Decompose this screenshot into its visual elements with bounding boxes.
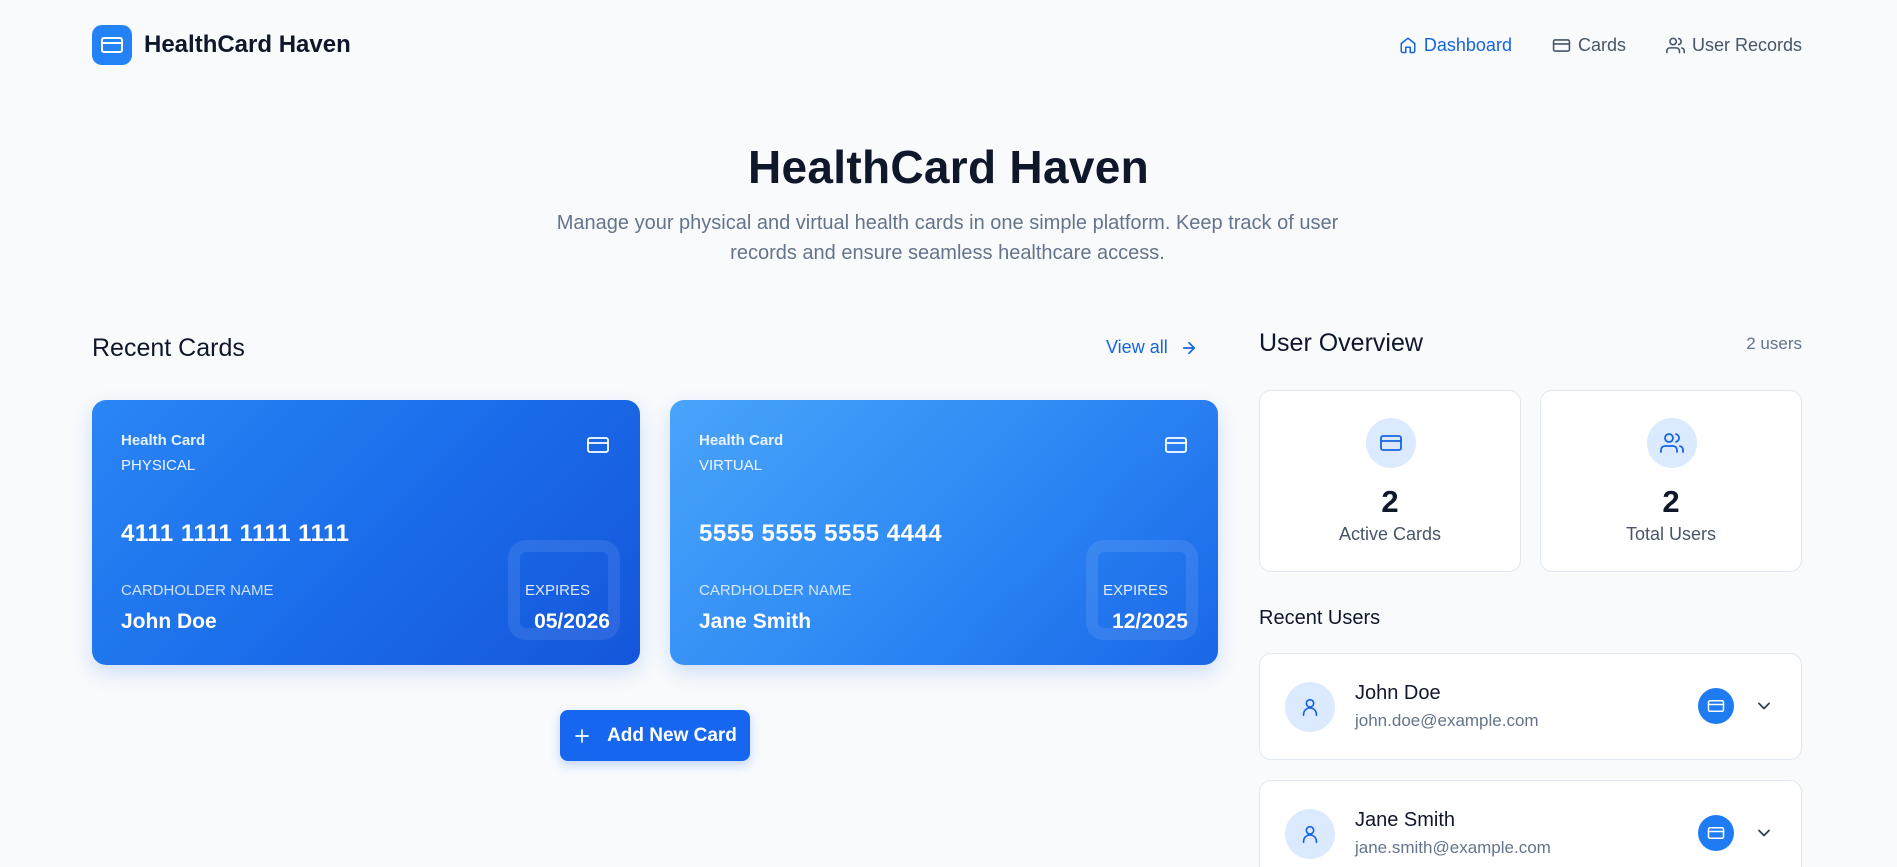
cardholder-name: John Doe [121,610,217,633]
cardholder-label: CARDHOLDER NAME [699,582,852,599]
stat-total-users: 2 Total Users [1540,390,1802,572]
user-row-john-doe[interactable]: John Doe john.doe@example.com [1259,653,1802,760]
top-header: HealthCard Haven Dashboard Cards User Re… [92,25,1802,65]
user-avatar-icon [1285,682,1335,732]
card-number: 5555 5555 5555 4444 [699,520,943,547]
stat-label: Active Cards [1338,524,1442,544]
user-count: 2 users [1746,334,1802,353]
user-name: Jane Smith [1355,809,1456,831]
user-overview-title: User Overview [1259,329,1423,357]
brand[interactable]: HealthCard Haven [92,25,351,65]
nav-item-label: Cards [1577,34,1626,55]
health-card-physical[interactable]: Health Card PHYSICAL 4111 1111 1111 1111… [92,400,640,665]
home-icon [1400,37,1416,54]
user-email: jane.smith@example.com [1355,838,1551,857]
cardholder-name: Jane Smith [699,610,812,633]
view-all-link[interactable]: View all [1106,337,1198,358]
credit-card-icon [1366,418,1416,468]
page-title: HealthCard Haven [747,141,1150,193]
nav-item-cards[interactable]: Cards [1552,35,1626,56]
chevron-down-icon[interactable] [1754,823,1774,843]
user-card-badge-icon[interactable] [1698,688,1734,724]
page-subtitle: Manage your physical and virtual health … [556,212,1339,264]
recent-cards-title: Recent Cards [92,334,245,362]
card-type: PHYSICAL [121,457,196,474]
stat-active-cards: 2 Active Cards [1259,390,1521,572]
stat-value: 2 [1662,484,1680,519]
brand-name: HealthCard Haven [144,31,351,58]
recent-users-title: Recent Users [1259,607,1381,629]
user-avatar-icon [1285,809,1335,859]
expires-label: EXPIRES [1102,582,1168,599]
credit-card-icon [1165,437,1187,453]
stat-value: 2 [1381,484,1399,519]
user-row-jane-smith[interactable]: Jane Smith jane.smith@example.com [1259,780,1802,867]
nav-item-dashboard[interactable]: Dashboard [1399,35,1512,56]
expires-label: EXPIRES [524,582,590,599]
add-new-card-label: Add New Card [607,724,737,746]
add-new-card-button[interactable]: Add New Card [560,710,750,761]
user-name: John Doe [1355,682,1441,704]
card-label: Health Card [699,432,784,449]
users-icon [1647,418,1697,468]
card-number: 4111 1111 1111 1111 [121,520,350,547]
credit-card-icon [1552,38,1571,52]
user-card-badge-icon[interactable] [1698,815,1734,851]
card-label: Health Card [121,432,206,449]
chevron-down-icon[interactable] [1754,696,1774,716]
nav-item-label: Dashboard [1423,34,1512,55]
nav-item-label: User Records [1691,34,1802,55]
card-type: VIRTUAL [699,457,763,474]
main-nav: Dashboard Cards User Records [1399,35,1802,56]
arrow-right-icon [1182,341,1195,354]
nav-item-user-records[interactable]: User Records [1665,34,1802,56]
view-all-label: View all [1106,337,1168,357]
brand-logo-icon [92,25,132,65]
credit-card-icon [587,437,609,453]
cardholder-label: CARDHOLDER NAME [121,582,274,599]
user-email: john.doe@example.com [1355,711,1539,730]
plus-icon [575,728,589,743]
stat-label: Total Users [1625,524,1717,544]
users-icon [1665,37,1685,53]
health-card-virtual[interactable]: Health Card VIRTUAL 5555 5555 5555 4444 … [670,400,1218,665]
expires-value: 05/2026 [534,610,610,633]
expires-value: 12/2025 [1112,610,1188,633]
